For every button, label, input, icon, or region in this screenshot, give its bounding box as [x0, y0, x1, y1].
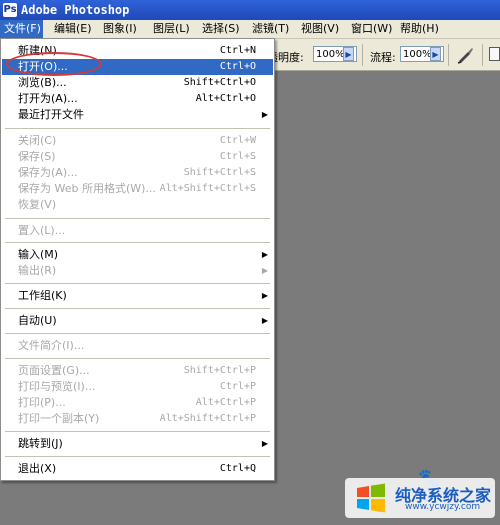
menu-edit[interactable]: 编辑(E): [50, 20, 96, 38]
menu-item-shortcut: Shift+Ctrl+O: [183, 77, 256, 88]
file-menu-dropdown: 新建(N)... Ctrl+N 打开(O)... Ctrl+O 浏览(B)...…: [0, 38, 275, 481]
menu-item-shortcut: Shift+Ctrl+S: [183, 167, 256, 178]
menu-item-label: 恢复(V): [18, 198, 57, 211]
menu-item-label: 保存(S): [18, 150, 56, 163]
menu-item-export[interactable]: 输出(R) ▶: [2, 263, 273, 279]
menu-separator: [5, 128, 270, 129]
menu-item-shortcut: Alt+Shift+Ctrl+P: [159, 413, 256, 424]
menu-item-label: 保存为 Web 所用格式(W)...: [18, 182, 156, 195]
title-bar: Ps Adobe Photoshop: [0, 0, 500, 20]
menu-item-browse[interactable]: 浏览(B)... Shift+Ctrl+O: [2, 75, 273, 91]
menu-item-label: 打印与预览(I)...: [18, 380, 96, 393]
submenu-arrow-icon: ▶: [261, 110, 268, 119]
menu-item-label: 页面设置(G)...: [18, 364, 90, 377]
menu-item-open-as[interactable]: 打开为(A)... Alt+Ctrl+O: [2, 91, 273, 107]
menu-separator: [5, 333, 270, 334]
menu-item-shortcut: Ctrl+P: [219, 381, 256, 392]
menu-separator: [5, 308, 270, 309]
menu-filter[interactable]: 滤镜(T): [248, 20, 293, 38]
menu-item-save-as[interactable]: 保存为(A)... Shift+Ctrl+S: [2, 165, 273, 181]
menu-item-shortcut: Ctrl+O: [219, 61, 256, 72]
opacity-arrow-button[interactable]: ▶: [343, 47, 354, 61]
menu-item-close[interactable]: 关闭(C) Ctrl+W: [2, 133, 273, 149]
menu-item-label: 打开为(A)...: [18, 92, 78, 105]
menu-separator: [5, 456, 270, 457]
watermark-url: www.ycwjzy.com: [405, 502, 481, 512]
menu-item-revert[interactable]: 恢复(V): [2, 197, 273, 213]
options-separator: [362, 44, 363, 66]
menu-item-shortcut: Shift+Ctrl+P: [183, 365, 256, 376]
menu-item-recent-files[interactable]: 最近打开文件 ▶: [2, 107, 273, 123]
menu-item-print-preview[interactable]: 打印与预览(I)... Ctrl+P: [2, 379, 273, 395]
menu-item-shortcut: Alt+Ctrl+O: [195, 93, 256, 104]
menu-select[interactable]: 选择(S): [198, 20, 244, 38]
menu-item-label: 自动(U): [18, 314, 57, 327]
flow-label: 流程:: [370, 51, 396, 64]
menu-item-label: 置入(L)...: [18, 224, 66, 237]
menu-item-label: 文件简介(I)...: [18, 339, 85, 352]
windows-logo-icon: [357, 483, 385, 513]
menu-item-label: 打印一个副本(Y): [18, 412, 100, 425]
menu-item-label: 输入(M): [18, 248, 59, 261]
menu-view[interactable]: 视图(V): [297, 20, 343, 38]
menu-separator: [5, 283, 270, 284]
submenu-arrow-icon: ▶: [261, 291, 268, 300]
menu-item-shortcut: Ctrl+Q: [219, 463, 256, 474]
menu-item-label: 新建(N)...: [18, 44, 68, 57]
menu-item-shortcut: Alt+Shift+Ctrl+S: [159, 183, 256, 194]
menu-item-shortcut: Alt+Ctrl+P: [195, 397, 256, 408]
menu-image[interactable]: 图象(I): [99, 20, 141, 38]
menu-item-label: 浏览(B)...: [18, 76, 67, 89]
menu-item-automate[interactable]: 自动(U) ▶: [2, 313, 273, 329]
menu-item-import[interactable]: 输入(M) ▶: [2, 247, 273, 263]
menu-separator: [5, 218, 270, 219]
menu-item-place[interactable]: 置入(L)...: [2, 223, 273, 239]
options-separator: [448, 44, 449, 66]
menu-item-file-info[interactable]: 文件简介(I)...: [2, 338, 273, 354]
menu-item-print[interactable]: 打印(P)... Alt+Ctrl+P: [2, 395, 273, 411]
menu-item-label: 关闭(C): [18, 134, 57, 147]
menu-bar: 文件(F) 编辑(E) 图象(I) 图层(L) 选择(S) 滤镜(T) 视图(V…: [0, 20, 500, 39]
menu-item-jump-to[interactable]: 跳转到(J) ▶: [2, 436, 273, 452]
menu-item-label: 输出(R): [18, 264, 57, 277]
flow-arrow-button[interactable]: ▶: [430, 47, 441, 61]
menu-item-open[interactable]: 打开(O)... Ctrl+O: [2, 59, 273, 75]
menu-item-label: 最近打开文件: [18, 108, 84, 121]
menu-separator: [5, 431, 270, 432]
airbrush-icon[interactable]: [456, 45, 476, 65]
menu-item-save[interactable]: 保存(S) Ctrl+S: [2, 149, 273, 165]
submenu-arrow-icon: ▶: [261, 266, 268, 275]
window-title: Adobe Photoshop: [21, 3, 130, 17]
menu-window[interactable]: 窗口(W): [347, 20, 396, 38]
submenu-arrow-icon: ▶: [261, 316, 268, 325]
menu-help[interactable]: 帮助(H): [396, 20, 443, 38]
submenu-arrow-icon: ▶: [261, 439, 268, 448]
palette-toggle-icon[interactable]: [489, 47, 500, 61]
menu-item-label: 工作组(K): [18, 289, 67, 302]
menu-item-label: 打开(O)...: [18, 60, 68, 73]
options-separator: [482, 44, 483, 66]
menu-item-label: 退出(X): [18, 462, 57, 475]
menu-item-shortcut: Ctrl+N: [219, 45, 256, 56]
menu-item-print-one-copy[interactable]: 打印一个副本(Y) Alt+Shift+Ctrl+P: [2, 411, 273, 427]
submenu-arrow-icon: ▶: [261, 250, 268, 259]
menu-item-page-setup[interactable]: 页面设置(G)... Shift+Ctrl+P: [2, 363, 273, 379]
menu-item-label: 保存为(A)...: [18, 166, 78, 179]
menu-separator: [5, 242, 270, 243]
menu-separator: [5, 358, 270, 359]
menu-item-exit[interactable]: 退出(X) Ctrl+Q: [2, 461, 273, 477]
menu-file[interactable]: 文件(F): [0, 20, 43, 38]
menu-item-label: 打印(P)...: [18, 396, 66, 409]
menu-item-shortcut: Ctrl+W: [219, 135, 256, 146]
menu-item-workgroup[interactable]: 工作组(K) ▶: [2, 288, 273, 304]
menu-item-label: 跳转到(J): [18, 437, 63, 450]
site-watermark: 纯净系统之家 www.ycwjzy.com: [345, 478, 495, 518]
menu-item-save-for-web[interactable]: 保存为 Web 所用格式(W)... Alt+Shift+Ctrl+S: [2, 181, 273, 197]
menu-item-new[interactable]: 新建(N)... Ctrl+N: [2, 43, 273, 59]
menu-item-shortcut: Ctrl+S: [219, 151, 256, 162]
photoshop-app-icon: Ps: [3, 3, 17, 17]
menu-layer[interactable]: 图层(L): [149, 20, 194, 38]
